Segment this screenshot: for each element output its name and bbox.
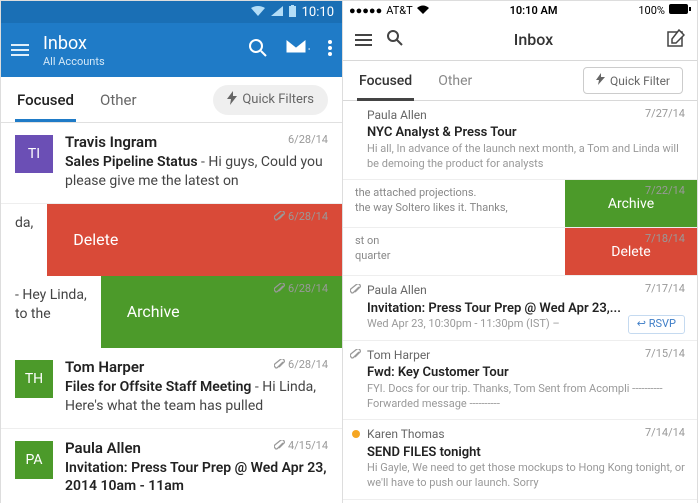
ios-status-bar: ●●●●● AT&T 10:10 AM 100% (343, 1, 697, 19)
message-subject: Fwd: Key Customer Tour (367, 364, 685, 382)
svg-text:+: + (308, 42, 310, 56)
battery-label: 100% (638, 4, 665, 17)
accounts-subtitle: All Accounts (43, 55, 248, 68)
swipe-row[interactable]: - Hey Linda,to theArchive 6/28/14 (1, 276, 342, 348)
status-time: 10:10 (302, 5, 334, 20)
inbox-title: Inbox (414, 30, 653, 49)
status-time: 10:10 AM (510, 4, 558, 17)
message-subject-snippet: Files for Offsite Staff Meeting - Hi Lin… (65, 378, 328, 416)
message-item[interactable]: Paula AllenNYC Analyst & Press TourHi al… (343, 101, 697, 180)
tab-focused[interactable]: Focused (15, 79, 76, 121)
message-snippet: Hi Gayle, We need to get those mockups t… (367, 461, 685, 491)
android-status-bar: 10:10 (1, 1, 342, 23)
message-item[interactable]: PAPaula AllenInvitation: Press Tour Prep… (1, 429, 342, 503)
message-item[interactable]: Tom HarperFwd: Key Customer TourFYI. Doc… (343, 341, 697, 420)
message-item[interactable]: Paula AllenInvitation: Press Tour Prep @… (343, 276, 697, 341)
message-item[interactable]: THTom HarperFiles for Offsite Staff Meet… (1, 348, 342, 429)
message-item[interactable]: TITravis IngramSales Pipeline Status - H… (1, 123, 342, 204)
swipe-row[interactable]: da,Delete 6/28/14 (1, 204, 342, 276)
message-sender: Tom Harper (367, 347, 685, 363)
avatar: TI (15, 135, 53, 173)
signal-icon (271, 6, 283, 19)
message-date: 6/28/14 (274, 210, 328, 223)
compose-icon[interactable] (667, 29, 685, 51)
message-date: 7/22/14 (645, 184, 685, 197)
tab-other[interactable]: Other (436, 62, 474, 100)
message-subject-snippet: Sales Pipeline Status - Hi guys, Could y… (65, 153, 328, 191)
swipe-peek: st onquarter (343, 228, 565, 275)
quick-filters-label: Quick Filters (242, 92, 314, 107)
swipe-peek: the attached projections.the way Soltero… (343, 180, 565, 227)
bolt-icon (227, 91, 237, 109)
android-tabs: Focused Other Quick Filters (1, 77, 342, 123)
ios-header: Inbox (343, 19, 697, 61)
message-date: 6/28/14 (274, 282, 328, 295)
quick-filter-label: Quick Filter (610, 74, 670, 88)
battery-icon (289, 5, 296, 20)
message-subject: SEND FILES tonight (367, 444, 685, 462)
android-header: Inbox All Accounts + (1, 23, 342, 77)
search-icon[interactable] (386, 29, 404, 51)
message-date: 7/15/14 (645, 347, 685, 362)
hamburger-icon[interactable] (355, 34, 372, 46)
attachment-icon (350, 284, 361, 300)
unread-dot (352, 430, 360, 438)
rsvp-button[interactable]: ↩ RSVP (628, 315, 685, 334)
message-date: 7/17/14 (645, 282, 685, 297)
message-snippet: Hi all, In advance of the launch next mo… (367, 142, 685, 172)
bolt-icon (596, 73, 605, 88)
header-title-block: Inbox All Accounts (43, 33, 248, 68)
android-message-list[interactable]: TITravis IngramSales Pipeline Status - H… (1, 123, 342, 503)
message-date: 6/28/14 (274, 358, 328, 371)
battery-icon (669, 4, 691, 17)
message-sender: Paula Allen (367, 282, 685, 298)
carrier-label: AT&T (386, 4, 412, 17)
message-sender: Karen Thomas (367, 426, 685, 442)
hamburger-icon[interactable] (11, 44, 29, 56)
ios-tabs: Focused Other Quick Filter (343, 61, 697, 101)
overflow-icon[interactable] (328, 40, 332, 60)
message-item[interactable]: Karen Thomas SEND FILES tonightHi Gayle, … (343, 420, 697, 499)
swipe-peek: - Hey Linda,to the (1, 276, 101, 348)
avatar: PA (15, 441, 53, 479)
message-sender: Paula Allen (367, 107, 685, 123)
compose-icon[interactable]: + (286, 39, 310, 61)
message-date: 6/28/14 (288, 133, 328, 146)
quick-filter-button[interactable]: Quick Filter (583, 67, 683, 94)
message-date: 7/27/14 (645, 107, 685, 122)
inbox-title: Inbox (43, 33, 248, 54)
message-date: 7/14/14 (645, 426, 685, 441)
message-subject: NYC Analyst & Press Tour (367, 124, 685, 142)
ios-message-list[interactable]: Paula AllenNYC Analyst & Press TourHi al… (343, 101, 697, 503)
signal-dots-icon: ●●●●● (349, 4, 382, 17)
message-date: 4/15/14 (274, 439, 328, 452)
quick-filters-button[interactable]: Quick Filters (213, 85, 328, 115)
swipe-row[interactable]: the attached projections.the way Soltero… (343, 180, 697, 228)
attachment-icon (350, 349, 361, 365)
wifi-icon (417, 4, 429, 17)
swipe-row[interactable]: st onquarterDelete7/18/14 (343, 228, 697, 276)
tab-other[interactable]: Other (98, 79, 139, 121)
swipe-peek: da, (1, 204, 47, 276)
message-subject-snippet: Invitation: Press Tour Prep @ Wed Apr 23… (65, 459, 328, 497)
search-icon[interactable] (248, 38, 268, 62)
ios-screen: ●●●●● AT&T 10:10 AM 100% Inbox Focused O… (342, 0, 698, 503)
wifi-icon (251, 6, 265, 19)
android-screen: 10:10 Inbox All Accounts + Focused Other… (0, 0, 342, 503)
message-snippet: FYI. Docs for our trip. Thanks, Tom Sent… (367, 382, 685, 412)
message-date: 7/18/14 (645, 232, 685, 245)
tab-focused[interactable]: Focused (357, 62, 414, 100)
avatar: TH (15, 360, 53, 398)
